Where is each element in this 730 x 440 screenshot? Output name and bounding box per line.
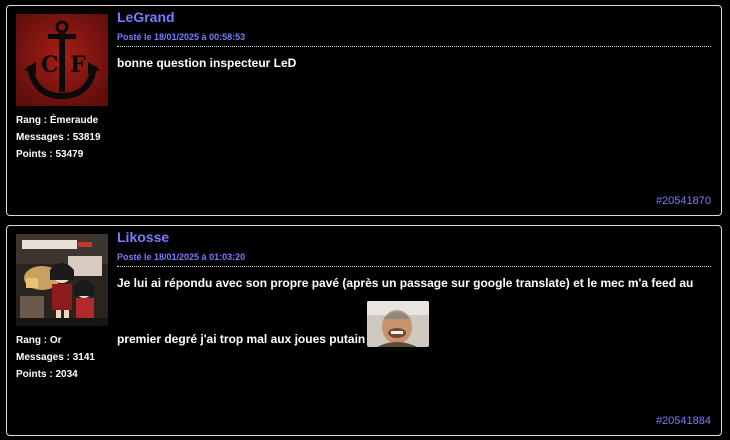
user-info: Rang : Or Messages : 3141 Points : 2034 [16,332,95,383]
author-name[interactable]: Likosse [117,228,711,246]
post-permalink[interactable]: #20541870 [656,195,711,207]
avatar-letter-f: F [70,52,86,78]
anime-figure-avatar-icon [16,234,108,326]
avatar-letter-c: C [41,52,59,78]
user-info: Rang : Émeraude Messages : 53819 Points … [16,112,101,163]
laughing-man-sticker-icon [367,301,430,347]
user-points: Points : 53479 [16,149,84,160]
anchor-cf-logo-icon: C F [16,14,108,106]
message-line: premier degré j'ai trop mal aux joues pu… [117,332,366,346]
author-name[interactable]: LeGrand [117,8,711,26]
message-line: bonne question inspecteur LeD [117,56,297,70]
post-date: Posté le 18/01/2025 à 01:03:20 [117,252,711,267]
post-message: Je lui ai répondu avec son propre pavé (… [117,275,711,347]
message-line: Je lui ai répondu avec son propre pavé (… [117,276,694,290]
user-rank: Rang : Or [16,335,62,346]
user-messages: Messages : 3141 [16,352,95,363]
message-line-with-sticker: premier degré j'ai trop mal aux joues pu… [117,301,711,347]
user-points: Points : 2034 [16,369,78,380]
user-rank: Rang : Émeraude [16,115,99,126]
post-content: Likosse Posté le 18/01/2025 à 01:03:20 J… [117,228,711,347]
post-permalink[interactable]: #20541884 [656,415,711,427]
post-date: Posté le 18/01/2025 à 00:58:53 [117,32,711,47]
forum-post: Rang : Or Messages : 3141 Points : 2034 … [6,225,722,436]
post-content: LeGrand Posté le 18/01/2025 à 00:58:53 b… [117,8,711,71]
user-messages: Messages : 53819 [16,132,101,143]
avatar[interactable]: C F [16,14,108,106]
post-message: bonne question inspecteur LeD [117,55,711,71]
forum-post: C F Rang : Émeraude Messages : 53819 Poi… [6,5,722,216]
avatar[interactable] [16,234,108,326]
